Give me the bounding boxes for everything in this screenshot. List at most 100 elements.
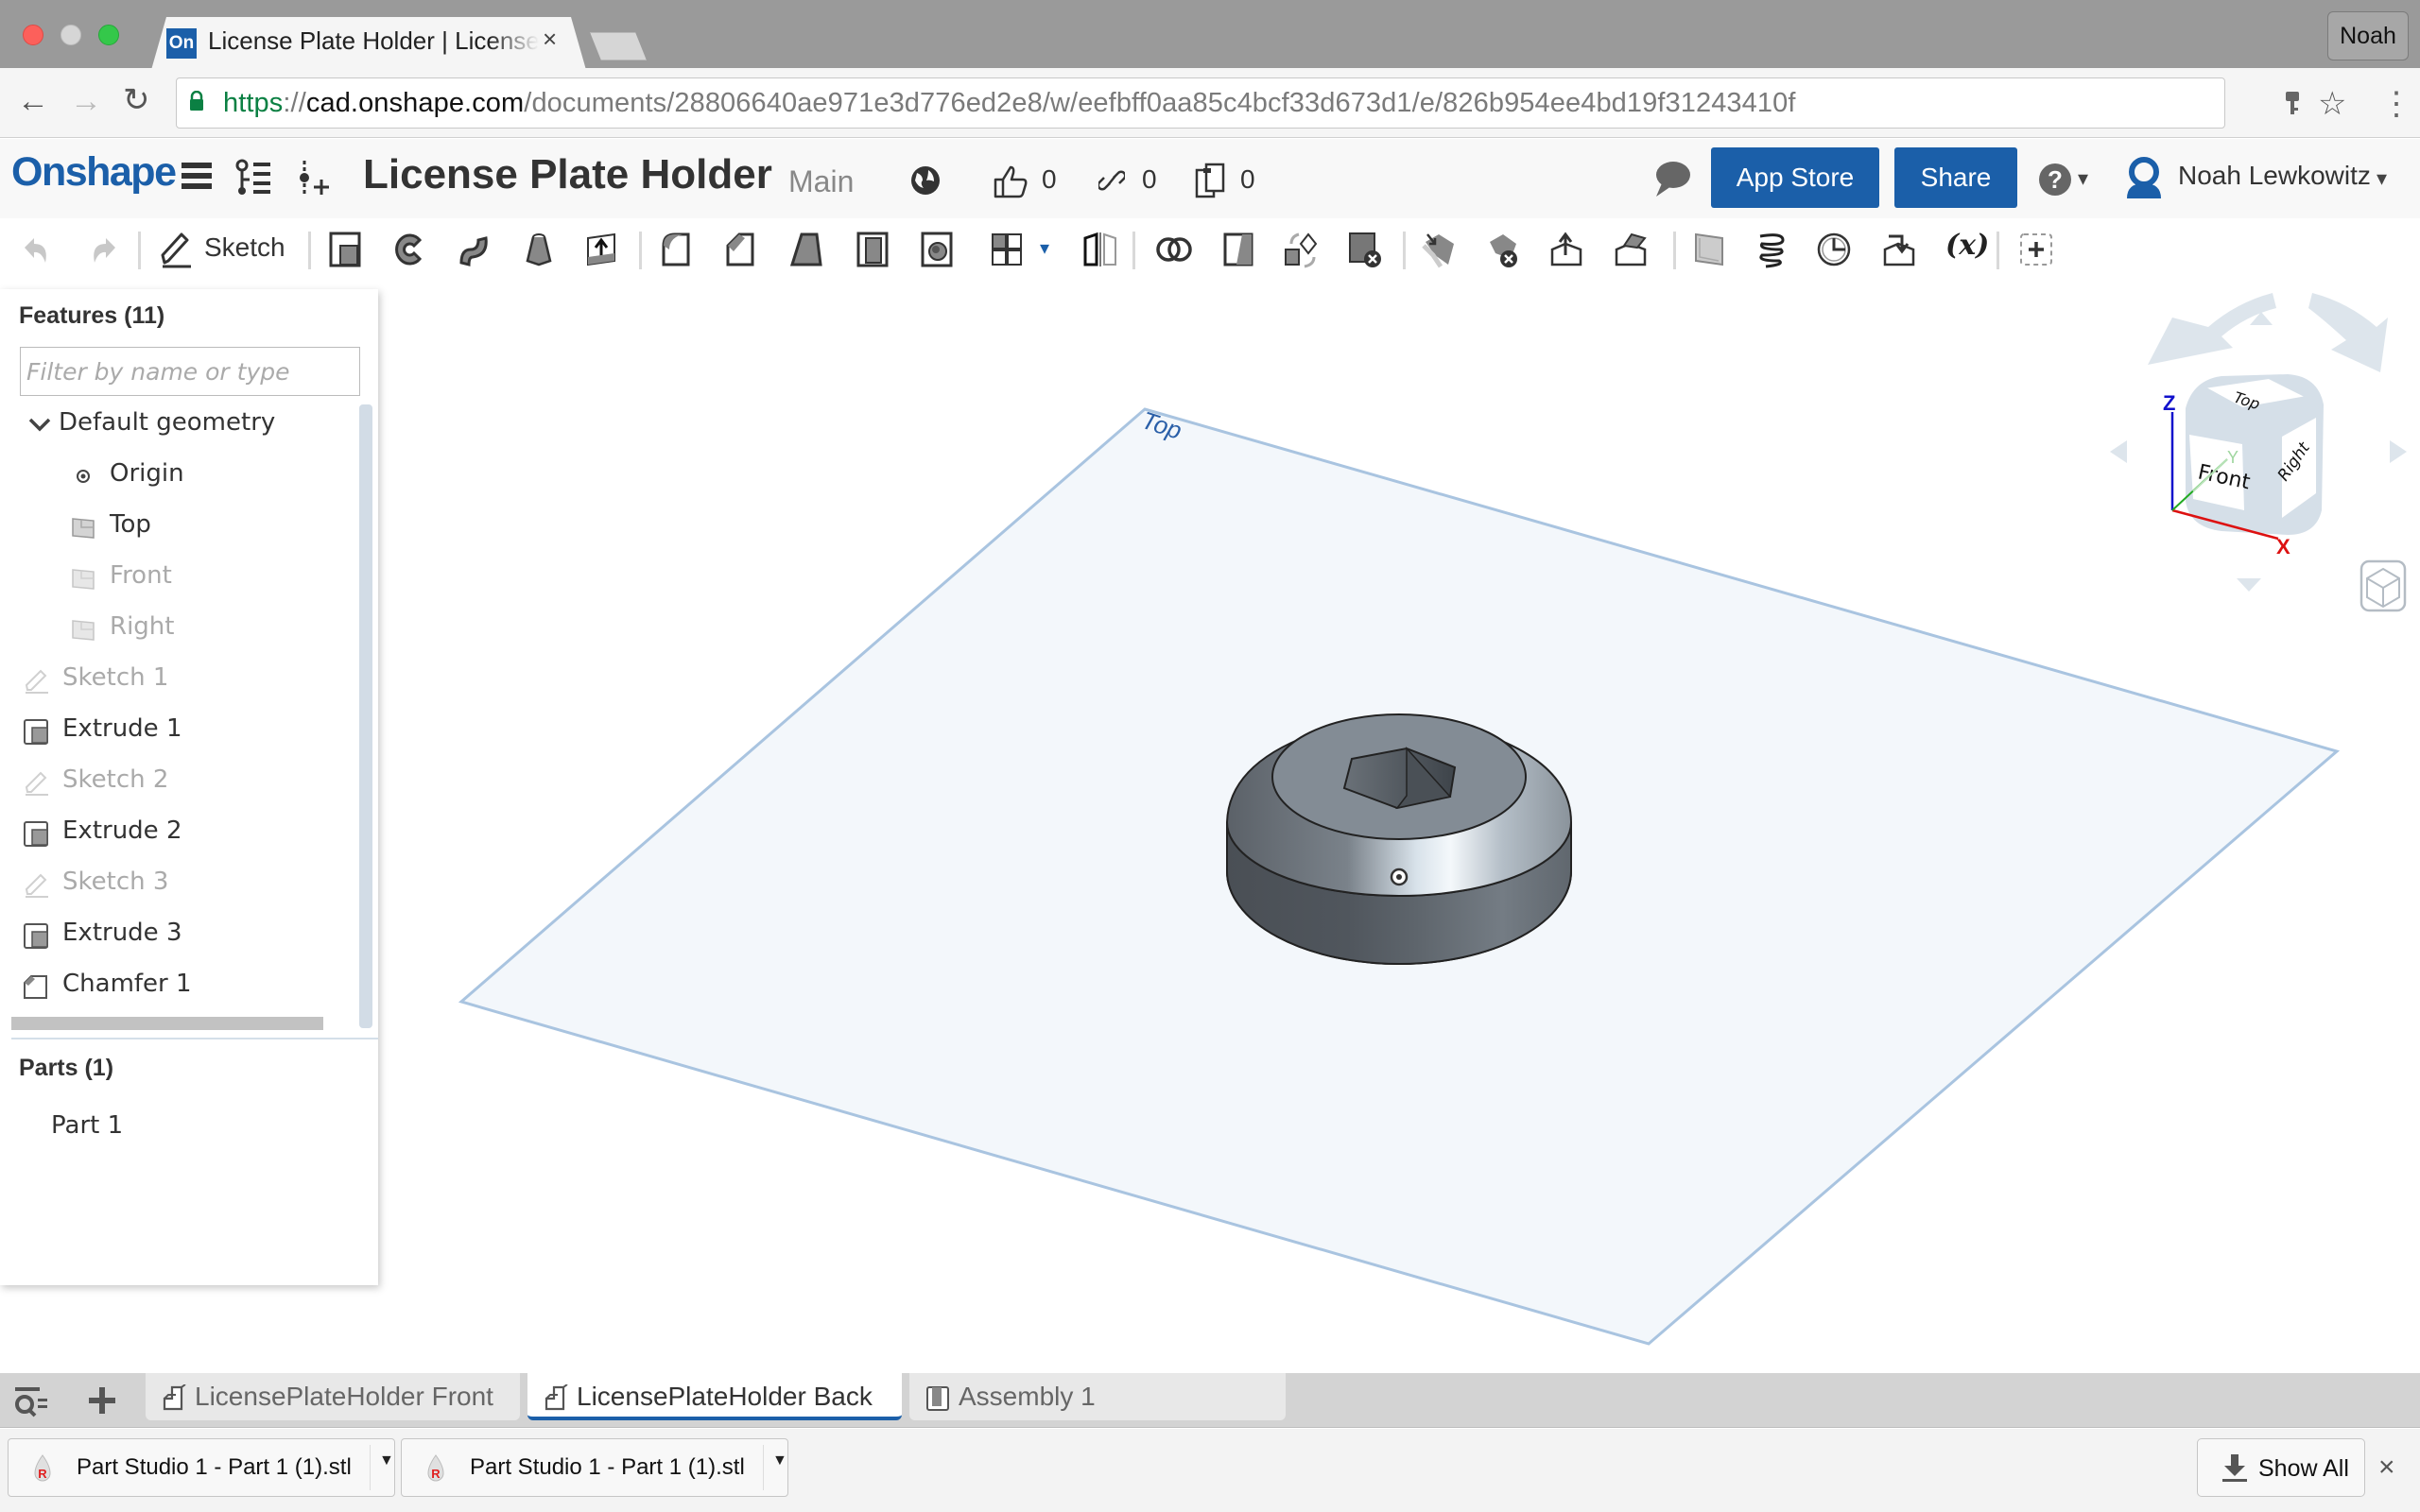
public-globe-icon[interactable] [909,164,942,197]
url-path: /documents/28806640ae971e3d776ed2e8/w/ee… [524,88,1796,118]
bookmark-star-icon[interactable]: ☆ [2318,85,2346,123]
part-list-item[interactable]: Part 1 [51,1111,123,1140]
toolbar-separator [1403,232,1406,269]
z-axis-label: Z [2163,391,2175,415]
app-store-button[interactable]: App Store [1711,147,1879,208]
modify-fillet-tool-icon[interactable] [1548,231,1586,268]
back-arrow-icon[interactable]: ← [17,83,49,120]
onshape-logo[interactable]: Onshape [11,149,177,196]
sweep-tool-icon[interactable] [454,231,492,268]
version-graph-icon[interactable] [234,159,274,197]
like-thumbs-up-icon[interactable] [993,164,1030,198]
mate-connector-tool-icon[interactable] [1815,231,1853,268]
download-menu-separator [370,1445,371,1490]
element-tab[interactable]: LicensePlateHolder Back [527,1373,902,1420]
view-rotate-left-arrow[interactable] [2148,293,2276,365]
download-item[interactable]: R Part Studio 1 - Part 1 (1).stl ▼ [401,1438,788,1497]
feature-filter-input[interactable] [20,347,360,396]
replace-face-tool-icon[interactable] [1613,231,1651,268]
extrude-tool-icon[interactable] [327,231,365,268]
window-minimize-button[interactable] [60,25,81,45]
fillet-tool-icon[interactable] [658,231,696,268]
pattern-tool-icon[interactable] [989,231,1027,268]
browser-tab-title[interactable]: License Plate Holder | LicensePlateHolde… [208,26,539,56]
feature-list-item[interactable] [11,556,355,607]
view-cube[interactable]: Top Front Right Z X Y [2110,293,2407,592]
variable-tool-button[interactable]: (x) [1945,229,1993,266]
document-title[interactable]: License Plate Holder [363,151,772,198]
element-tab-label: Assembly 1 [959,1382,1096,1411]
panel-divider[interactable] [11,1038,378,1040]
add-element-plus-icon[interactable] [87,1385,117,1416]
reload-icon[interactable]: ↻ [123,81,150,119]
draft-tool-icon[interactable] [788,231,826,268]
workspace-name[interactable]: Main [788,164,854,199]
help-caret-icon[interactable]: ▾ [2078,166,2088,191]
download-menu-caret-icon[interactable]: ▼ [772,1452,787,1469]
view-left-arrow[interactable] [2110,440,2127,463]
window-close-button[interactable] [23,25,43,45]
key-icon[interactable] [2284,91,2301,117]
view-down-arrow[interactable] [2237,578,2261,592]
copies-icon[interactable] [1195,163,1227,198]
share-button[interactable]: Share [1894,147,2017,208]
feature-list-item[interactable] [11,505,355,556]
comments-icon[interactable] [1652,159,1692,198]
part-1-body[interactable] [1225,713,1573,965]
browser-profile-button[interactable]: Noah [2327,11,2409,60]
split-tool-icon[interactable] [1219,231,1257,268]
undo-icon[interactable] [21,234,55,266]
user-avatar-icon[interactable] [2125,157,2163,198]
mirror-tool-icon[interactable] [1081,231,1119,268]
close-download-shelf-icon[interactable]: × [2378,1452,2395,1484]
extrude-icon [24,923,48,949]
feature-list-vertical-scrollbar[interactable] [359,404,372,1028]
user-name[interactable]: Noah Lewkowitz [2178,161,2371,191]
help-icon[interactable]: ? [2038,161,2072,198]
download-item[interactable]: R Part Studio 1 - Part 1 (1).stl ▼ [8,1438,395,1497]
pattern-dropdown-caret-icon[interactable]: ▾ [1040,236,1049,260]
delete-part-tool-icon[interactable] [1346,231,1384,268]
forward-arrow-icon[interactable]: → [70,83,102,120]
chamfer-tool-icon[interactable] [722,231,760,268]
feature-list-horizontal-scrollbar[interactable] [11,1017,323,1030]
insert-feature-icon[interactable] [297,159,331,197]
boolean-tool-icon[interactable] [1155,231,1193,268]
toolbar-separator [308,232,311,269]
element-tab[interactable]: Assembly 1 [909,1373,1286,1420]
tab-manager-search-icon[interactable] [13,1385,51,1418]
sketch-button[interactable]: Sketch [157,229,289,270]
element-tab[interactable]: LicensePlateHolder Front [146,1373,520,1420]
redo-icon[interactable] [85,234,119,266]
loft-tool-icon[interactable] [520,231,558,268]
like-count: 0 [1042,164,1057,194]
svg-text:R: R [38,1467,47,1481]
plane-icon [72,620,95,641]
document-menu-icon[interactable] [182,163,212,191]
extrude-icon [24,821,48,847]
view-rotate-right-arrow[interactable] [2308,293,2388,372]
add-custom-feature-tool-icon[interactable] [2017,231,2055,268]
import-tool-icon[interactable] [1881,231,1919,268]
shell-tool-icon[interactable] [855,231,892,268]
download-menu-caret-icon[interactable]: ▼ [379,1452,394,1469]
hole-tool-icon[interactable] [919,231,957,268]
transform-tool-icon[interactable] [1282,231,1320,268]
move-face-tool-icon[interactable] [1420,231,1458,268]
view-options-cube-icon[interactable] [2360,559,2407,612]
helix-tool-icon[interactable] [1753,231,1790,268]
browser-menu-icon[interactable]: ⋮ [2380,85,2412,123]
user-menu-caret-icon[interactable]: ▾ [2377,166,2387,191]
feature-list-item[interactable] [11,607,355,658]
plane-tool-icon[interactable] [1690,231,1728,268]
delete-face-tool-icon[interactable] [1484,231,1522,268]
tab-close-icon[interactable]: × [543,25,557,54]
revolve-tool-icon[interactable] [391,231,429,268]
chevron-down-icon[interactable] [26,412,53,438]
url-text[interactable]: https://cad.onshape.com/documents/288066… [223,88,1796,119]
view-right-arrow[interactable] [2390,440,2407,463]
show-all-downloads-button[interactable]: Show All [2197,1438,2365,1497]
link-icon[interactable] [1098,166,1125,195]
window-zoom-button[interactable] [98,25,119,45]
thicken-tool-icon[interactable] [582,231,620,268]
